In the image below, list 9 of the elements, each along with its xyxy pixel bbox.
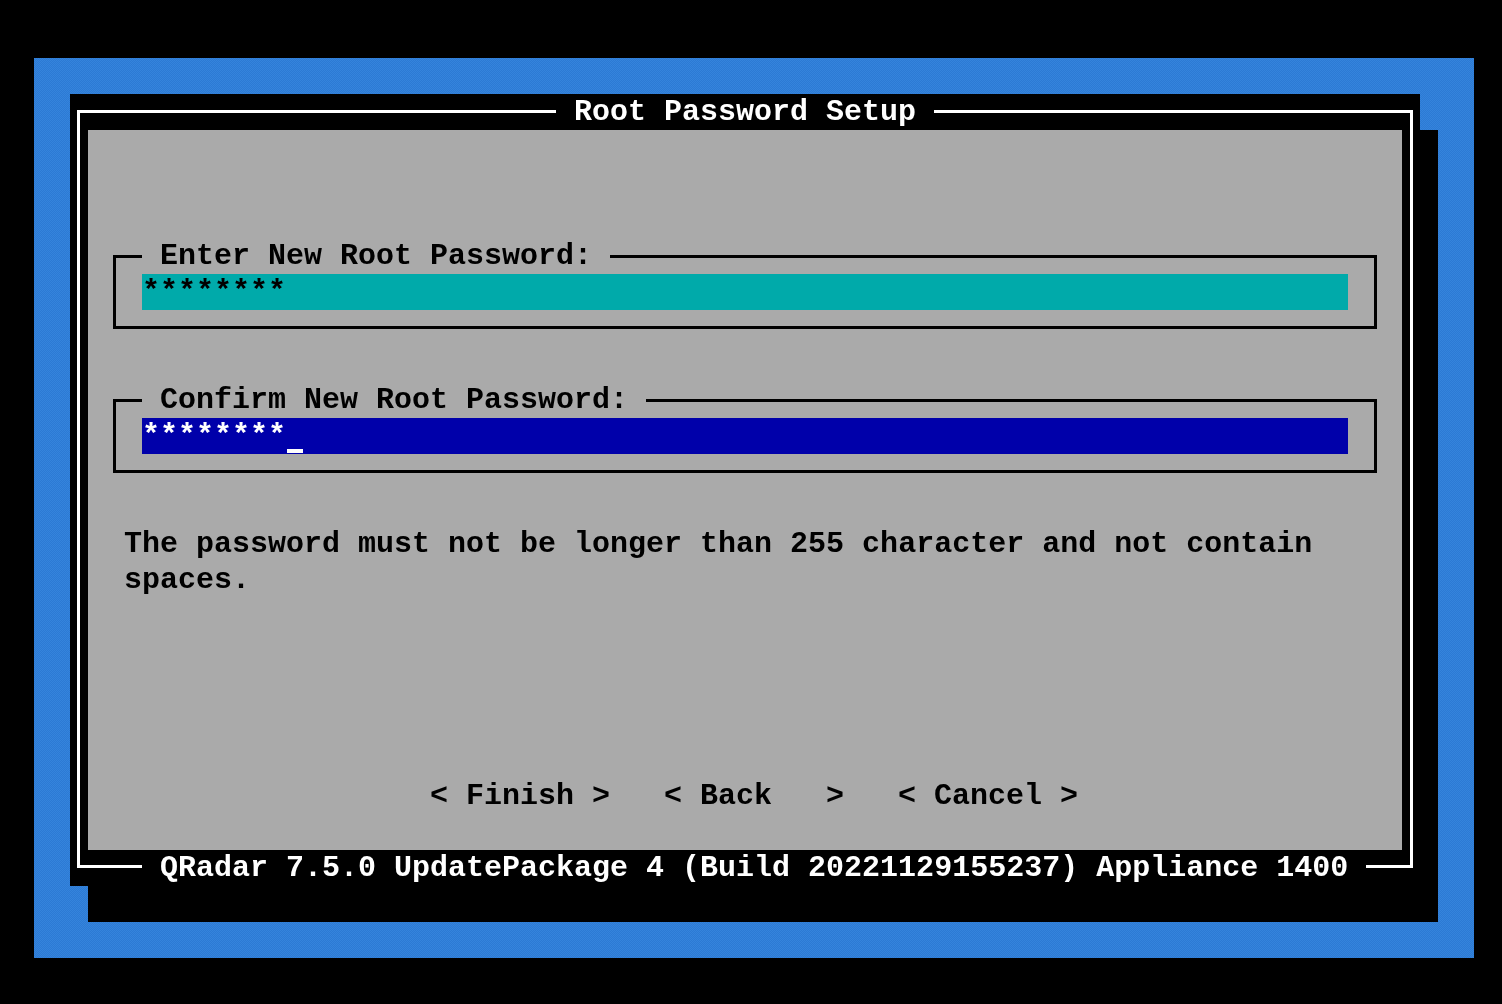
message-text: The password must not be longer than 255 character and not contain spaces. [124, 526, 1314, 598]
dialog-button[interactable]: < Back > [664, 778, 845, 814]
text-cursor-icon [287, 449, 304, 453]
dialog-button[interactable]: < Finish > [430, 778, 611, 814]
dialog-button[interactable]: < Cancel > [898, 778, 1079, 814]
password-field[interactable]: ******** [142, 418, 1348, 454]
password-field[interactable]: ******** [142, 274, 1348, 310]
field-label: Confirm New Root Password: [159, 382, 630, 418]
field-label: Enter New Root Password: [159, 238, 594, 274]
